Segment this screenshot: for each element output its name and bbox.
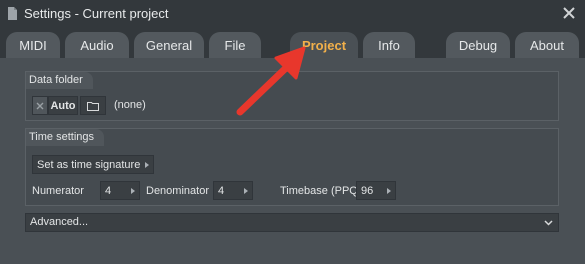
tab-label: Audio [80, 37, 114, 53]
auto-label: Auto [50, 99, 76, 112]
data-folder-group: Data folder Auto (none) [25, 71, 559, 121]
clear-data-folder-button[interactable] [32, 96, 48, 115]
timebase-label: Timebase (PPQ) [280, 185, 362, 197]
chevron-right-icon [145, 162, 149, 168]
tab-strip: MIDI Audio General File Project Info Deb… [0, 28, 585, 58]
tab-file[interactable]: File [209, 32, 261, 58]
tab-label: Info [378, 37, 400, 53]
time-settings-group: Time settings Set as time signature Nume… [25, 128, 559, 206]
denominator-label: Denominator [146, 185, 209, 197]
tab-project[interactable]: Project [290, 32, 358, 58]
set-time-signature-button[interactable]: Set as time signature [32, 155, 154, 174]
denominator-field[interactable]: 4 [213, 181, 253, 200]
title-bar: Settings - Current project [0, 0, 585, 28]
data-folder-value: (none) [114, 99, 146, 111]
advanced-label: Advanced... [30, 216, 89, 228]
numerator-label: Numerator [32, 185, 84, 197]
tab-label: General [145, 37, 193, 53]
auto-button[interactable]: Auto [48, 96, 78, 115]
data-folder-label: Data folder [26, 72, 93, 89]
tab-midi[interactable]: MIDI [6, 32, 60, 58]
chevron-right-icon [244, 188, 248, 194]
numerator-field[interactable]: 4 [100, 181, 140, 200]
browse-folder-button[interactable] [80, 96, 106, 115]
app-icon [8, 7, 17, 20]
tab-label: Debug [458, 37, 498, 53]
tab-about[interactable]: About [515, 32, 579, 58]
numerator-value: 4 [105, 184, 112, 197]
tab-label: File [224, 37, 246, 53]
set-time-signature-label: Set as time signature [37, 158, 141, 171]
project-settings-panel: Data folder Auto (none) Time settings Se… [0, 58, 585, 264]
timebase-field[interactable]: 96 [356, 181, 396, 200]
time-settings-label: Time settings [26, 129, 105, 146]
tab-label: MIDI [19, 37, 47, 53]
clear-x-icon [36, 102, 44, 109]
chevron-right-icon [387, 188, 391, 194]
tab-debug[interactable]: Debug [446, 32, 510, 58]
chevron-right-icon [131, 188, 135, 194]
tab-info[interactable]: Info [363, 32, 415, 58]
tab-audio[interactable]: Audio [65, 32, 129, 58]
tab-general[interactable]: General [134, 32, 204, 58]
settings-window: Settings - Current project MIDI Audio Ge… [0, 0, 585, 264]
tab-label: Project [301, 37, 347, 53]
denominator-value: 4 [218, 184, 225, 197]
tab-label: About [530, 37, 564, 53]
close-icon[interactable] [562, 6, 576, 20]
folder-icon [87, 101, 99, 111]
timebase-value: 96 [361, 184, 374, 197]
chevron-down-icon [544, 220, 553, 226]
window-title: Settings - Current project [24, 6, 169, 21]
advanced-expander[interactable]: Advanced... [25, 213, 559, 232]
